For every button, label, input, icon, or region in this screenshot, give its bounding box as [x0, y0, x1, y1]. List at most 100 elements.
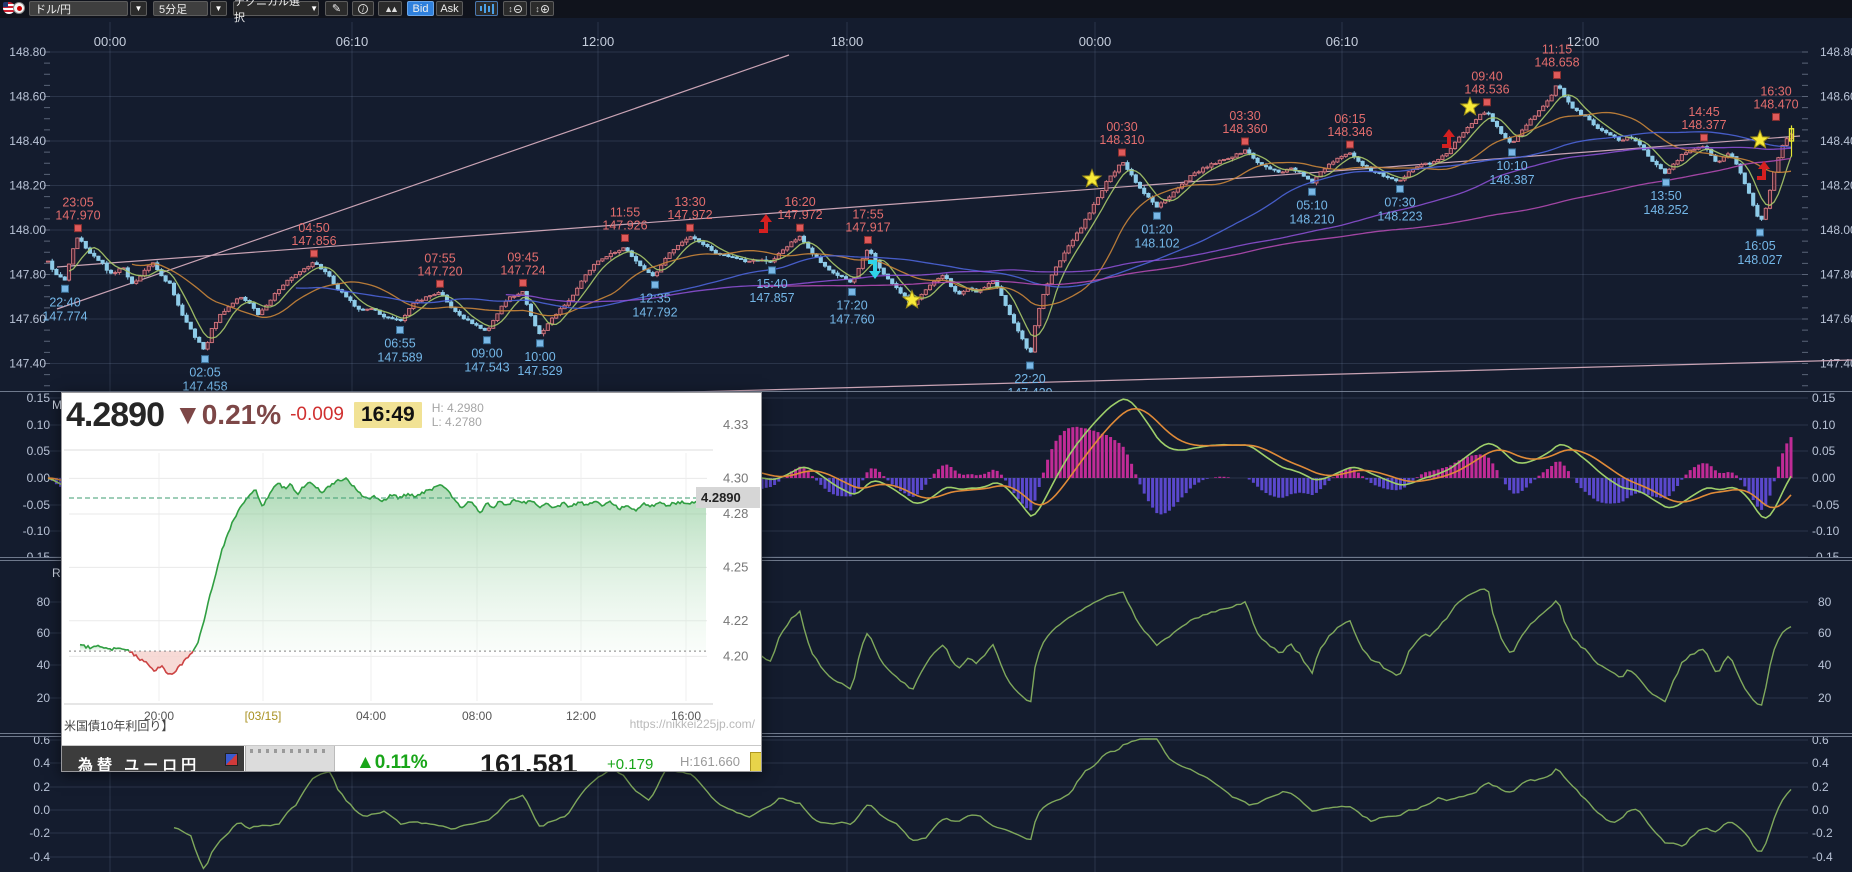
svg-text:13:50: 13:50 — [1650, 189, 1681, 203]
source-url[interactable]: https://nikkei225jp.com/ — [630, 717, 755, 731]
bond-yield-overlay-window: 4.2890 ▼0.21% -0.009 16:49 H: 4.2980 L: … — [61, 392, 762, 772]
mountain-icon: ▲▲ — [384, 4, 396, 14]
svg-text:148.536: 148.536 — [1464, 83, 1509, 97]
buy-arrow-marker — [1443, 129, 1455, 137]
buy-arrow-marker — [760, 214, 772, 222]
svg-text:40: 40 — [1818, 658, 1832, 672]
timeframe-select[interactable]: 5分足 — [153, 1, 208, 16]
ticker-change-percent: ▲0.11% — [356, 752, 428, 772]
ask-toggle-button[interactable]: Ask — [436, 1, 463, 16]
svg-text:0.10: 0.10 — [27, 418, 51, 432]
zoom-out-icon: − — [514, 5, 522, 13]
svg-text:16:20: 16:20 — [784, 195, 815, 209]
yield-area-chart: 4.334.304.284.254.224.204.289020:00[03/1… — [62, 393, 762, 745]
chevron-down-icon: ▼ — [310, 4, 318, 13]
svg-text:147.970: 147.970 — [55, 209, 100, 223]
svg-text:-0.2: -0.2 — [1812, 826, 1833, 840]
svg-text:-0.05: -0.05 — [23, 498, 51, 512]
svg-text:22:20: 22:20 — [1014, 372, 1045, 386]
svg-text:148.40: 148.40 — [9, 134, 46, 148]
svg-text:-0.05: -0.05 — [1812, 498, 1840, 512]
svg-text:147.40: 147.40 — [1820, 357, 1852, 371]
svg-text:147.972: 147.972 — [667, 208, 712, 222]
svg-text:148.60: 148.60 — [9, 90, 46, 104]
bid-toggle-button[interactable]: Bid — [407, 1, 434, 16]
svg-text:147.917: 147.917 — [845, 220, 890, 234]
svg-text:08:00: 08:00 — [462, 709, 492, 723]
svg-text:80: 80 — [1818, 595, 1832, 609]
pencil-icon: ✎ — [332, 2, 341, 15]
svg-text:148.20: 148.20 — [9, 179, 46, 193]
svg-text:148.60: 148.60 — [1820, 90, 1852, 104]
zoom-in-button[interactable]: ↕+ — [530, 1, 554, 16]
chevron-down-icon: ▼ — [215, 4, 223, 13]
svg-text:148.223: 148.223 — [1377, 209, 1422, 223]
eu-flag-icon — [225, 753, 238, 766]
svg-text:01:20: 01:20 — [1141, 222, 1172, 236]
star-marker — [1461, 98, 1479, 115]
svg-text:148.102: 148.102 — [1134, 236, 1179, 250]
draw-tool-button[interactable]: ✎ — [325, 1, 348, 16]
svg-text:-0.4: -0.4 — [29, 850, 50, 864]
candle-display-button[interactable] — [475, 1, 498, 16]
japan-flag-icon — [13, 2, 25, 14]
svg-text:-0.4: -0.4 — [1812, 850, 1833, 864]
svg-text:15:40: 15:40 — [756, 277, 787, 291]
svg-text:60: 60 — [1818, 626, 1832, 640]
ticker-mini-chart — [245, 746, 335, 772]
svg-text:11:15: 11:15 — [1542, 43, 1572, 57]
svg-text:147.720: 147.720 — [417, 264, 462, 278]
svg-text:22:40: 22:40 — [49, 295, 80, 309]
svg-text:148.20: 148.20 — [1820, 179, 1852, 193]
svg-text:0.2: 0.2 — [33, 780, 50, 794]
svg-text:0.10: 0.10 — [1812, 418, 1836, 432]
svg-text:148.80: 148.80 — [9, 45, 46, 59]
svg-text:148.470: 148.470 — [1753, 97, 1798, 111]
svg-text:147.40: 147.40 — [9, 357, 46, 371]
svg-text:147.857: 147.857 — [749, 291, 794, 305]
svg-text:147.543: 147.543 — [464, 361, 509, 375]
svg-text:80: 80 — [37, 595, 51, 609]
svg-text:4.28: 4.28 — [723, 506, 748, 521]
currency-pair-dropdown-button[interactable]: ▼ — [130, 1, 147, 16]
svg-text:20: 20 — [37, 691, 51, 705]
svg-text:0.6: 0.6 — [33, 737, 50, 747]
svg-text:0.6: 0.6 — [1812, 737, 1829, 747]
technical-select-button[interactable]: テクニカル選択▼ — [233, 1, 319, 16]
svg-text:00:30: 00:30 — [1106, 120, 1137, 134]
toolbar: ドル/円 ▼ 5分足 ▼ テクニカル選択▼ ✎ i ▲▲ Bid Ask ↕− … — [0, 0, 1852, 18]
svg-text:4.2890: 4.2890 — [701, 490, 741, 505]
svg-text:147.760: 147.760 — [829, 312, 874, 326]
svg-text:09:00: 09:00 — [471, 347, 502, 361]
info-button[interactable]: i — [352, 1, 374, 16]
chevron-down-icon: ▼ — [135, 4, 143, 13]
svg-text:4.22: 4.22 — [723, 613, 748, 628]
svg-text:02:05: 02:05 — [189, 366, 220, 380]
svg-text:18:00: 18:00 — [831, 34, 864, 49]
svg-text:148.00: 148.00 — [1820, 223, 1852, 237]
svg-text:09:40: 09:40 — [1471, 70, 1502, 84]
svg-text:11:55: 11:55 — [610, 205, 640, 219]
ticker-high: H:161.660 — [680, 754, 740, 769]
ticker-badge — [750, 752, 762, 772]
svg-text:148.360: 148.360 — [1222, 122, 1267, 136]
svg-text:0.0: 0.0 — [33, 803, 50, 817]
trading-app-window: ドル/円 ▼ 5分足 ▼ テクニカル選択▼ ✎ i ▲▲ Bid Ask ↕− … — [0, 0, 1852, 872]
timeframe-dropdown-button[interactable]: ▼ — [210, 1, 227, 16]
svg-text:147.60: 147.60 — [1820, 312, 1852, 326]
svg-text:06:55: 06:55 — [384, 336, 415, 350]
zoom-out-button[interactable]: ↕− — [503, 1, 527, 16]
zoom-in-icon: + — [541, 5, 549, 13]
chart-style-button[interactable]: ▲▲ — [378, 1, 402, 16]
star-marker — [1751, 131, 1769, 148]
svg-text:148.658: 148.658 — [1534, 56, 1579, 70]
currency-pair-select[interactable]: ドル/円 — [29, 1, 128, 16]
svg-text:40: 40 — [37, 658, 51, 672]
ticker-name: 為替 ユーロ円 — [62, 746, 244, 772]
svg-text:60: 60 — [37, 626, 51, 640]
svg-text:4.20: 4.20 — [723, 648, 748, 663]
svg-text:4.25: 4.25 — [723, 559, 748, 574]
svg-text:-0.2: -0.2 — [29, 826, 50, 840]
svg-text:05:10: 05:10 — [1296, 198, 1327, 212]
candlestick-chart[interactable]: 00:0006:1012:0018:0000:0006:1012:00148.8… — [0, 18, 1852, 392]
